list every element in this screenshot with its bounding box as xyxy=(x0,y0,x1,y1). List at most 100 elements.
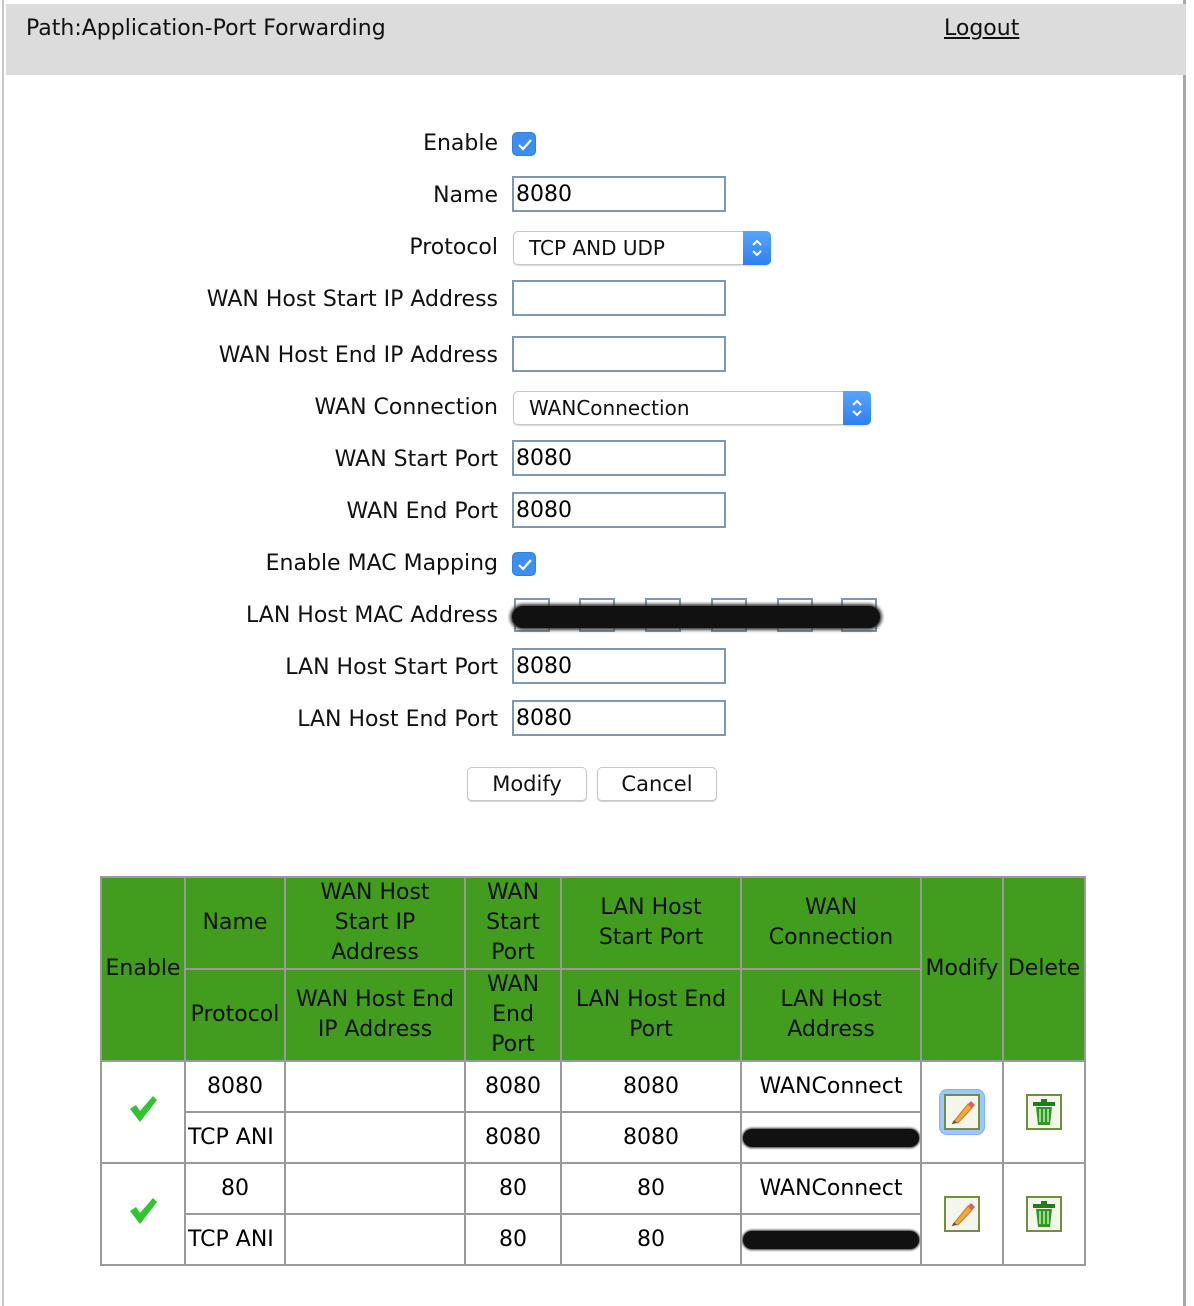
form-row-enable: Enable xyxy=(0,124,1194,164)
select-arrows-icon xyxy=(743,231,771,265)
lan-host-start-port-input[interactable] xyxy=(512,648,726,684)
redaction-scribble xyxy=(743,1129,919,1147)
checkmark-icon xyxy=(518,139,532,151)
redaction-scribble xyxy=(743,1231,919,1249)
row-enabled-cell xyxy=(100,1162,186,1266)
trash-icon[interactable] xyxy=(1026,1094,1062,1130)
wan-end-port-label: WAN End Port xyxy=(346,499,498,524)
form-row-lan-host-end-port: LAN Host End Port xyxy=(0,700,1194,740)
wan-connection-select[interactable]: WANConnection xyxy=(513,391,871,425)
row-lan-host-end-port: 8080 xyxy=(560,1111,742,1164)
protocol-selected-value: TCP AND UDP xyxy=(529,236,665,260)
form-row-wan-connection: WAN Connection WANConnection xyxy=(0,388,1194,428)
protocol-label: Protocol xyxy=(409,235,498,260)
header-enable: Enable xyxy=(100,876,186,1062)
checkmark-icon xyxy=(518,559,532,571)
row-modify-cell xyxy=(920,1060,1004,1164)
wan-host-end-ip-input[interactable] xyxy=(512,336,726,372)
form-row-protocol: Protocol TCP AND UDP xyxy=(0,228,1194,268)
wan-host-start-ip-input[interactable] xyxy=(512,280,726,316)
row-lan-host-address xyxy=(740,1213,922,1266)
header-bar: Path:Application-Port Forwarding Logout xyxy=(6,4,1186,75)
row-delete-cell xyxy=(1002,1060,1086,1164)
port-forwarding-table: Enable Name WAN Host Start IP Address WA… xyxy=(100,876,1086,1266)
green-check-icon xyxy=(130,1198,157,1224)
wan-connection-selected-value: WANConnection xyxy=(529,396,690,420)
enable-checkbox[interactable] xyxy=(512,132,536,156)
row-lan-host-end-port: 80 xyxy=(560,1213,742,1266)
row-wan-end-port: 80 xyxy=(464,1213,562,1266)
form-row-wan-start-port: WAN Start Port xyxy=(0,440,1194,480)
header-lan-host-end-port: LAN Host End Port xyxy=(560,968,742,1062)
form-row-name: Name xyxy=(0,176,1194,216)
row-wan-host-end-ip xyxy=(284,1213,466,1266)
wan-end-port-input[interactable] xyxy=(512,492,726,528)
header-wan-start-port: WAN Start Port xyxy=(464,876,562,970)
select-arrows-icon xyxy=(843,391,871,425)
form-row-lan-host-start-port: LAN Host Start Port xyxy=(0,648,1194,688)
header-wan-connection: WAN Connection xyxy=(740,876,922,970)
modify-button[interactable]: Modify xyxy=(467,767,587,801)
trash-icon[interactable] xyxy=(1026,1196,1062,1232)
header-wan-host-end-ip: WAN Host End IP Address xyxy=(284,968,466,1062)
protocol-select[interactable]: TCP AND UDP xyxy=(513,231,771,265)
lan-host-end-port-input[interactable] xyxy=(512,700,726,736)
row-wan-host-start-ip xyxy=(284,1162,466,1215)
row-enabled-cell xyxy=(100,1060,186,1164)
enable-mac-mapping-checkbox[interactable] xyxy=(512,552,536,576)
header-wan-host-start-ip: WAN Host Start IP Address xyxy=(284,876,466,970)
header-wan-end-port: WAN End Port xyxy=(464,968,562,1062)
table-row: 8080 8080 8080 WANConnect xyxy=(100,1060,1086,1164)
form-row-enable-mac-mapping: Enable MAC Mapping xyxy=(0,544,1194,584)
focus-ring xyxy=(939,1089,985,1135)
row-wan-start-port: 8080 xyxy=(464,1060,562,1113)
row-delete-cell xyxy=(1002,1162,1086,1266)
row-wan-host-end-ip xyxy=(284,1111,466,1164)
logout-link[interactable]: Logout xyxy=(944,16,1019,41)
edit-pencil-icon[interactable] xyxy=(944,1094,980,1130)
green-check-icon xyxy=(130,1096,157,1122)
wan-host-start-ip-label: WAN Host Start IP Address xyxy=(206,287,498,312)
name-label: Name xyxy=(433,183,498,208)
lan-host-start-port-label: LAN Host Start Port xyxy=(285,655,498,680)
lan-host-mac-fields xyxy=(512,596,882,636)
row-lan-host-start-port: 80 xyxy=(560,1162,742,1215)
form-buttons: Modify Cancel xyxy=(0,767,1194,807)
wan-start-port-input[interactable] xyxy=(512,440,726,476)
header-modify: Modify xyxy=(920,876,1004,1062)
row-wan-connection: WANConnect xyxy=(740,1162,922,1215)
row-protocol: TCP ANI xyxy=(184,1213,286,1266)
form-row-wan-host-end-ip: WAN Host End IP Address xyxy=(0,336,1194,376)
wan-start-port-label: WAN Start Port xyxy=(334,447,498,472)
row-wan-start-port: 80 xyxy=(464,1162,562,1215)
lan-host-mac-label: LAN Host MAC Address xyxy=(246,603,498,628)
breadcrumb-path: Path:Application-Port Forwarding xyxy=(26,16,386,41)
form-row-wan-host-start-ip: WAN Host Start IP Address xyxy=(0,280,1194,320)
form-row-wan-end-port: WAN End Port xyxy=(0,492,1194,532)
header-delete: Delete xyxy=(1002,876,1086,1062)
wan-connection-label: WAN Connection xyxy=(314,395,498,420)
row-protocol: TCP ANI xyxy=(184,1111,286,1164)
enable-mac-mapping-label: Enable MAC Mapping xyxy=(265,551,498,576)
header-lan-host-address: LAN Host Address xyxy=(740,968,922,1062)
cancel-button[interactable]: Cancel xyxy=(597,767,717,801)
lan-host-end-port-label: LAN Host End Port xyxy=(297,707,498,732)
header-protocol: Protocol xyxy=(184,968,286,1062)
row-wan-host-start-ip xyxy=(284,1060,466,1113)
row-lan-host-address xyxy=(740,1111,922,1164)
header-lan-host-start-port: LAN Host Start Port xyxy=(560,876,742,970)
header-name: Name xyxy=(184,876,286,970)
row-name: 80 xyxy=(184,1162,286,1215)
row-name: 8080 xyxy=(184,1060,286,1113)
row-wan-end-port: 8080 xyxy=(464,1111,562,1164)
row-wan-connection: WANConnect xyxy=(740,1060,922,1113)
table-row: 80 80 80 WANConnect xyxy=(100,1162,1086,1266)
row-modify-cell xyxy=(920,1162,1004,1266)
edit-pencil-icon[interactable] xyxy=(944,1196,980,1232)
wan-host-end-ip-label: WAN Host End IP Address xyxy=(218,343,498,368)
row-lan-host-start-port: 8080 xyxy=(560,1060,742,1113)
name-input[interactable] xyxy=(512,176,726,212)
redaction-scribble xyxy=(512,606,880,628)
enable-label: Enable xyxy=(423,131,498,156)
form-row-lan-host-mac: LAN Host MAC Address xyxy=(0,596,1194,636)
